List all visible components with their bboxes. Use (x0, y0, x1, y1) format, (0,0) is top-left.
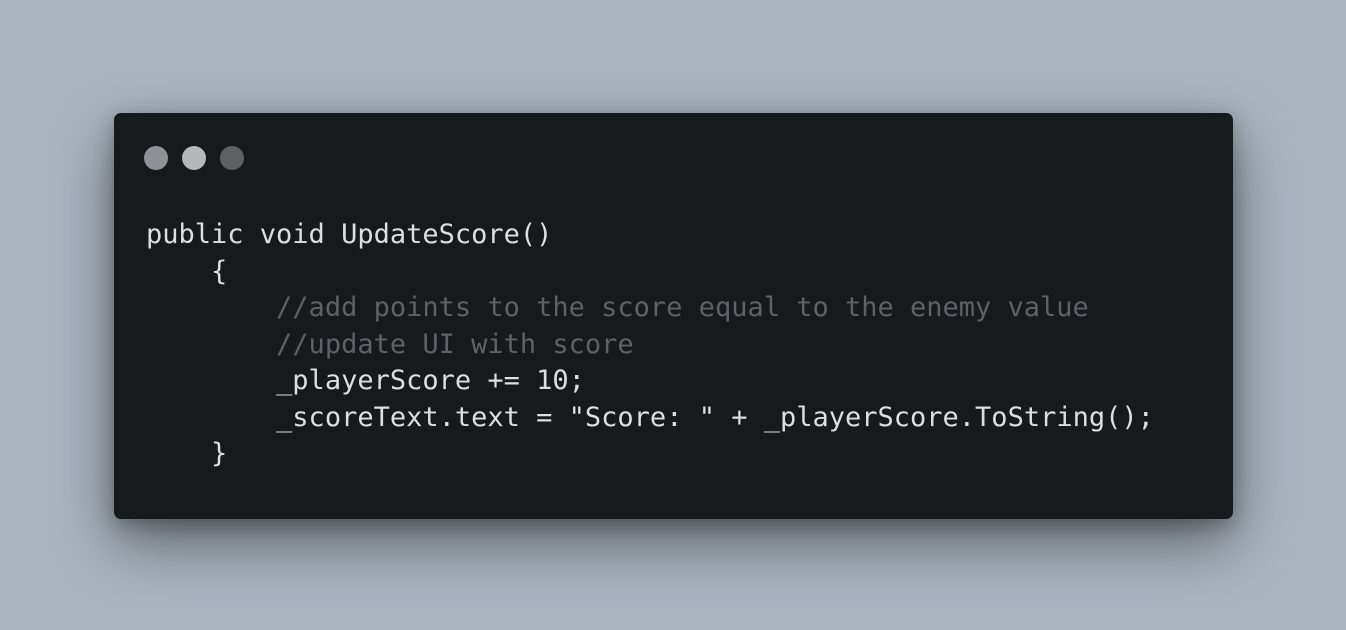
window-dot-3 (220, 146, 244, 170)
code-block: public void UpdateScore() { //add points… (146, 217, 1154, 473)
code-window: public void UpdateScore() { //add points… (114, 113, 1233, 519)
code-token-plain: public void UpdateScore() (146, 219, 553, 250)
code-token-plain: _scoreText.text = (276, 401, 569, 433)
code-line: } (146, 436, 1154, 473)
code-token-plain: { (211, 255, 228, 287)
code-token-plain: + _playerScore.ToString(); (714, 401, 1154, 433)
window-dot-1 (144, 146, 168, 170)
code-line: public void UpdateScore() (146, 217, 1154, 254)
code-token-comment: //add points to the score equal to the e… (276, 292, 1089, 323)
code-token-plain: } (211, 438, 228, 469)
code-token-string: "Score: " (568, 401, 715, 433)
code-token-plain: ; (568, 365, 585, 396)
code-line: _playerScore += 10; (146, 363, 1154, 400)
window-dot-2 (182, 146, 206, 170)
code-line: { (146, 254, 1154, 291)
code-token-plain: _playerScore += (276, 365, 537, 396)
window-controls (144, 146, 244, 170)
code-token-number: 10 (536, 365, 569, 396)
code-token-comment: //update UI with score (276, 328, 634, 360)
code-line: _scoreText.text = "Score: " + _playerSco… (146, 400, 1154, 437)
code-line: //add points to the score equal to the e… (146, 290, 1154, 327)
code-line: //update UI with score (146, 327, 1154, 364)
